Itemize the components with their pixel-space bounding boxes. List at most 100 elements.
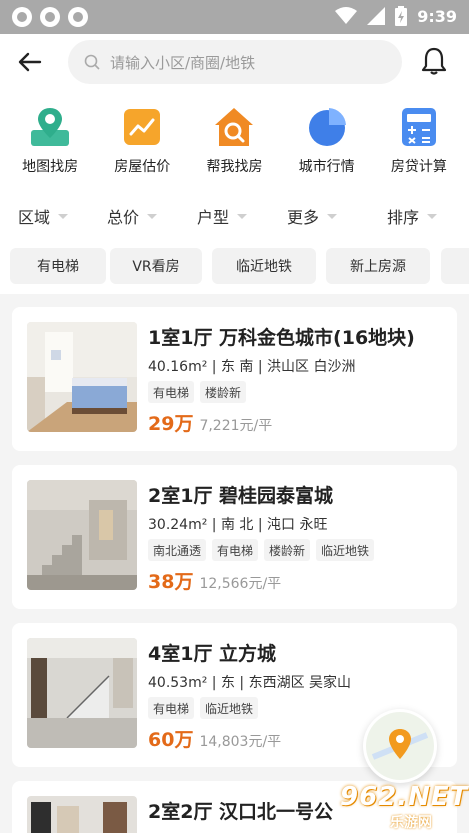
listing-area: 40.16 (148, 359, 189, 375)
listing-total-price: 29万 (148, 413, 194, 435)
quick-action-mortgage[interactable]: 房贷计算 (375, 106, 463, 176)
trend-chart-icon (124, 109, 161, 145)
listing-tag: 临近地铁 (200, 697, 259, 719)
listing-total-price: 60万 (148, 729, 194, 751)
listing-photo (27, 322, 137, 432)
listing-tags: 有电梯 临近地铁 (148, 697, 259, 719)
search-placeholder: 请输入小区/商圈/地铁 (110, 53, 256, 72)
listing-card[interactable]: 1室1厅 万科金色城市(16地块) 40.16m² | 东 南 | 洪山区 白沙… (12, 307, 457, 451)
listing-total-price: 38万 (148, 571, 194, 593)
listing-details: 东 南 | 洪山区 白沙洲 (220, 359, 356, 375)
quick-action-label: 帮我找房 (206, 159, 263, 175)
battery-icon (395, 6, 408, 26)
calculator-icon (401, 108, 436, 146)
listing-tag: 有电梯 (148, 697, 195, 719)
filter-label: 户型 (197, 208, 230, 227)
listing-area-unit: m² (188, 359, 208, 375)
tag-new-listing[interactable]: 新上房源 (326, 248, 430, 284)
listing-area-unit: m² (188, 517, 208, 533)
bell-icon[interactable] (420, 46, 448, 76)
search-icon (84, 54, 100, 70)
filter-price[interactable]: 总价 (107, 204, 158, 228)
filter-bar: 区域 总价 户型 更多 排序 (0, 204, 469, 234)
listing-tag: 有电梯 (148, 381, 195, 403)
quick-action-label: 地图找房 (22, 159, 79, 175)
tag-vr[interactable]: VR看房 (110, 248, 202, 284)
status-bar: 9:39 (0, 0, 469, 34)
clock: 9:39 (417, 6, 457, 26)
listing-title: 2室2厅 汉口北一号公 (148, 801, 334, 823)
tag-near-metro[interactable]: 临近地铁 (212, 248, 316, 284)
listing-tag: 有电梯 (212, 539, 259, 561)
listing-photo (27, 480, 137, 590)
header-panel: 请输入小区/商圈/地铁 地图找房 房屋估价 帮我找房 城市行情 房贷计算 区域 … (0, 34, 469, 294)
listing-area: 30.24 (148, 517, 189, 533)
house-search-icon (215, 108, 254, 146)
dropdown-arrow-icon (327, 213, 338, 219)
notification-icons (12, 7, 88, 27)
listing-photo (27, 796, 137, 833)
quick-action-map[interactable]: 地图找房 (6, 106, 94, 176)
map-location-icon (366, 712, 434, 780)
map-float-button[interactable] (363, 709, 437, 783)
filter-region[interactable]: 区域 (18, 204, 69, 228)
listing-details: 东 | 东西湖区 吴家山 (220, 675, 352, 691)
app-notification-icon (40, 7, 60, 27)
listing-card[interactable]: 2室1厅 碧桂园泰富城 30.24m² | 南 北 | 沌口 永旺 南北通透 有… (12, 465, 457, 609)
filter-sort[interactable]: 排序 (387, 204, 438, 228)
listing-price: 29万 7,221元/平 (148, 409, 272, 436)
listing-details: 南 北 | 沌口 永旺 (220, 517, 328, 533)
listing-title: 1室1厅 万科金色城市(16地块) (148, 327, 415, 349)
back-arrow-icon[interactable] (16, 48, 44, 76)
quick-action-valuation[interactable]: 房屋估价 (98, 106, 186, 176)
quick-action-market[interactable]: 城市行情 (283, 106, 371, 176)
quick-action-label: 房屋估价 (114, 159, 171, 175)
dropdown-arrow-icon (427, 213, 438, 219)
pie-chart-icon (308, 108, 346, 146)
filter-label: 排序 (387, 208, 420, 227)
tag-more[interactable] (441, 248, 469, 284)
quick-action-label: 房贷计算 (390, 159, 447, 175)
app-notification-icon (68, 7, 88, 27)
listing-tag: 临近地铁 (316, 539, 375, 561)
app-notification-icon (12, 7, 32, 27)
listing-tag: 楼龄新 (200, 381, 247, 403)
watermark: 962.NET 乐游网 (330, 778, 469, 833)
wifi-icon (335, 7, 358, 24)
listing-info: 40.16m² | 东 南 | 洪山区 白沙洲 (148, 359, 356, 375)
dropdown-arrow-icon (58, 213, 69, 219)
quick-action-label: 城市行情 (298, 159, 355, 175)
listing-area: 40.53 (148, 675, 189, 691)
listing-area-unit: m² (188, 675, 208, 691)
listing-photo (27, 638, 137, 748)
listing-title: 2室1厅 碧桂园泰富城 (148, 485, 334, 507)
search-input[interactable]: 请输入小区/商圈/地铁 (68, 40, 402, 84)
listing-info: 40.53m² | 东 | 东西湖区 吴家山 (148, 675, 352, 691)
listing-title: 4室1厅 立方城 (148, 643, 277, 665)
filter-label: 更多 (287, 208, 320, 227)
watermark-sub: 乐游网 (390, 815, 432, 831)
map-pin-icon (31, 108, 70, 146)
tag-elevator[interactable]: 有电梯 (10, 248, 106, 284)
listing-info: 30.24m² | 南 北 | 沌口 永旺 (148, 517, 328, 533)
listing-price: 38万 12,566元/平 (148, 567, 281, 594)
quick-tags: 有电梯 VR看房 临近地铁 新上房源 (0, 248, 469, 284)
dropdown-arrow-icon (147, 213, 158, 219)
listing-price: 60万 14,803元/平 (148, 725, 281, 752)
signal-icon (367, 7, 386, 25)
listing-tag: 南北通透 (148, 539, 207, 561)
quick-action-find-house[interactable]: 帮我找房 (190, 106, 278, 176)
listing-unit-price: 12,566元/平 (199, 576, 282, 592)
filter-layout[interactable]: 户型 (197, 204, 248, 228)
watermark-logo: 962.NET (340, 782, 469, 812)
listing-tag: 楼龄新 (264, 539, 311, 561)
dropdown-arrow-icon (237, 213, 248, 219)
listing-unit-price: 7,221元/平 (199, 418, 273, 434)
quick-actions: 地图找房 房屋估价 帮我找房 城市行情 房贷计算 (0, 106, 469, 176)
filter-label: 区域 (18, 208, 51, 227)
filter-more[interactable]: 更多 (287, 204, 338, 228)
listing-tags: 有电梯 楼龄新 (148, 381, 247, 403)
listing-unit-price: 14,803元/平 (199, 734, 282, 750)
listing-tags: 南北通透 有电梯 楼龄新 临近地铁 (148, 539, 375, 561)
filter-label: 总价 (107, 208, 140, 227)
